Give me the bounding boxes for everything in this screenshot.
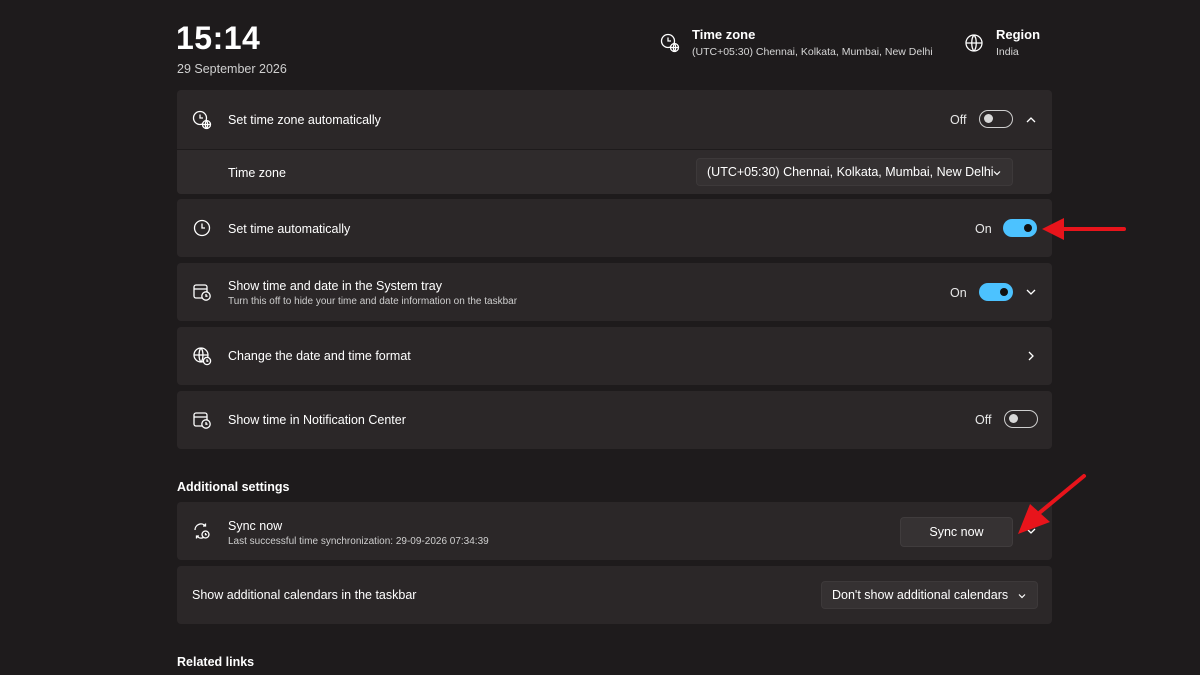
annotation-arrow-icon [1042,218,1126,240]
additional-calendars-value: Don't show additional calendars [832,588,1009,602]
notification-center-label: Show time in Notification Center [228,413,406,427]
set-timezone-auto-toggle[interactable] [979,110,1013,128]
set-time-auto-state: On [975,222,992,236]
system-tray-state: On [950,286,967,300]
clock-icon [193,219,211,237]
current-time: 15:14 [176,20,261,56]
globe-format-icon [193,347,212,366]
timezone-card: Set time zone automatically Off Time zon… [177,90,1052,194]
timezone-select-row: Time zone (UTC+05:30) Chennai, Kolkata, … [177,150,1052,194]
notification-center-state: Off [975,413,992,427]
timezone-globe-clock-icon [660,33,680,53]
set-time-auto-label: Set time automatically [228,222,351,236]
timezone-dropdown[interactable]: (UTC+05:30) Chennai, Kolkata, Mumbai, Ne… [696,158,1013,186]
annotation-arrow-icon [1018,474,1086,534]
set-time-auto-row[interactable]: Set time automatically On [177,199,1052,257]
sync-clock-icon [194,523,210,539]
calendar-clock-icon [193,412,211,429]
set-timezone-auto-label: Set time zone automatically [228,113,381,127]
additional-calendars-row: Show additional calendars in the taskbar… [177,566,1052,624]
system-tray-sublabel: Turn this off to hide your time and date… [228,296,518,307]
additional-settings-heading: Additional settings [177,480,290,494]
chevron-right-icon [1028,351,1034,361]
notification-center-row[interactable]: Show time in Notification Center Off [177,391,1052,449]
system-tray-toggle[interactable] [979,283,1013,301]
sync-now-row: Sync now Last successful time synchroniz… [177,502,1052,560]
header-timezone-value: (UTC+05:30) Chennai, Kolkata, Mumbai, Ne… [692,46,933,58]
additional-calendars-dropdown[interactable]: Don't show additional calendars [821,581,1038,609]
calendar-clock-icon [193,284,211,301]
timezone-select-label: Time zone [228,166,286,180]
chevron-up-icon[interactable] [1025,114,1037,126]
chevron-down-icon [993,171,1001,176]
additional-calendars-label: Show additional calendars in the taskbar [192,588,417,602]
sync-now-label: Sync now [228,519,283,533]
date-time-format-label: Change the date and time format [228,349,411,363]
system-tray-row[interactable]: Show time and date in the System tray Tu… [177,263,1052,321]
header-timezone: Time zone (UTC+05:30) Chennai, Kolkata, … [660,27,933,58]
chevron-down-icon[interactable] [1025,286,1037,298]
header-region-value: India [996,46,1019,58]
set-timezone-auto-state: Off [950,113,967,127]
current-date: 29 September 2026 [177,62,287,76]
sync-now-button[interactable]: Sync now [900,517,1013,547]
system-tray-label: Show time and date in the System tray [228,279,442,293]
notification-center-toggle[interactable] [1004,410,1038,428]
globe-icon [965,34,983,52]
sync-last-time: Last successful time synchronization: 29… [228,536,489,547]
timezone-dropdown-value: (UTC+05:30) Chennai, Kolkata, Mumbai, Ne… [707,165,994,179]
header-timezone-title: Time zone [692,27,756,42]
related-links-heading: Related links [177,655,255,669]
date-time-format-row[interactable]: Change the date and time format [177,327,1052,385]
header-region-title: Region [996,27,1041,42]
timezone-globe-clock-icon [192,110,212,130]
chevron-down-icon [1018,594,1026,599]
set-timezone-auto-row[interactable]: Set time zone automatically Off [177,90,1052,149]
header-region: Region India [964,27,1040,58]
set-time-auto-toggle[interactable] [1003,219,1037,237]
